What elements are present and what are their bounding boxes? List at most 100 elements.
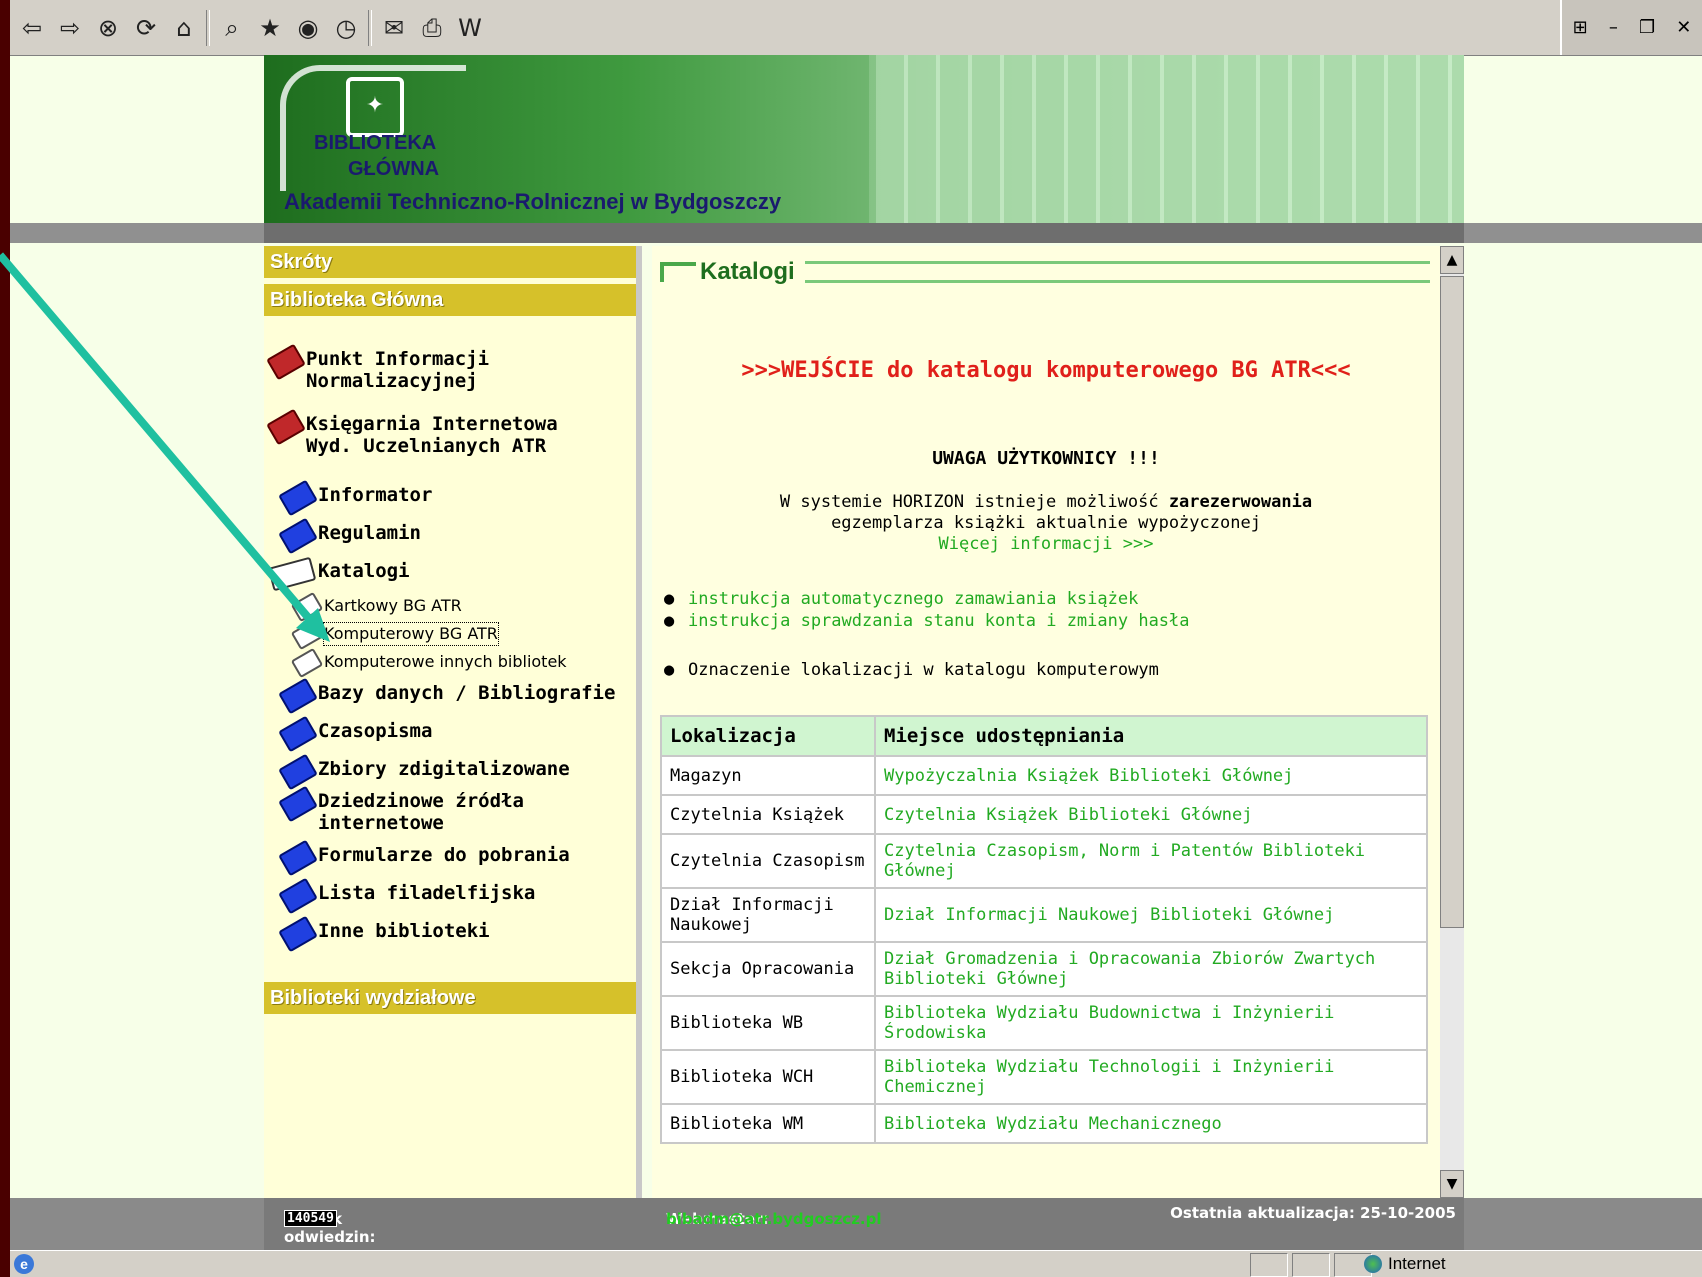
edit-word-icon[interactable]: W bbox=[454, 14, 486, 42]
place-link[interactable]: Dział Gromadzenia i Opracowania Zbiorów … bbox=[874, 941, 1428, 997]
sidebar-item-internet-sources[interactable]: Dziedzinowe źródła internetowe bbox=[278, 785, 524, 834]
blue-book-icon bbox=[278, 517, 318, 555]
sidebar-item-catalogs[interactable]: Katalogi bbox=[267, 556, 410, 592]
minimize-icon[interactable]: – bbox=[1609, 17, 1618, 38]
sidebar-item-other-libraries[interactable]: Inne biblioteki bbox=[278, 915, 490, 953]
blue-book-icon bbox=[278, 715, 318, 753]
home-icon[interactable]: ⌂ bbox=[168, 14, 200, 42]
logo-line2: GŁÓWNA bbox=[348, 158, 440, 180]
page-icon bbox=[290, 647, 324, 679]
logo-emblem-icon: ✦ bbox=[346, 77, 404, 137]
scroll-up-icon[interactable]: ▲ bbox=[1440, 246, 1464, 274]
place-link[interactable]: Wypożyczalnia Książek Biblioteki Głównej bbox=[874, 755, 1428, 796]
sidebar-item-databases[interactable]: Bazy danych / Bibliografie bbox=[278, 677, 615, 715]
blue-book-icon bbox=[278, 479, 318, 517]
restore-icon[interactable]: ❐ bbox=[1639, 17, 1655, 38]
sidebar-item-regulations[interactable]: Regulamin bbox=[278, 517, 421, 555]
sidebar-subitem-other-libraries[interactable]: Komputerowe innych bibliotek bbox=[290, 647, 567, 679]
blue-book-icon bbox=[278, 877, 318, 915]
print-icon[interactable]: ⎙ bbox=[416, 14, 448, 42]
sidebar-item-normalization[interactable]: Punkt Informacji Normalizacyjnej bbox=[266, 343, 489, 392]
windows-logo-icon: ⊞ bbox=[1572, 17, 1588, 38]
section-faculty-libraries[interactable]: Biblioteki wydziałowe bbox=[264, 982, 636, 1014]
place-link[interactable]: Dział Informacji Naukowej Biblioteki Głó… bbox=[874, 887, 1428, 943]
search-icon[interactable]: ⌕ bbox=[216, 14, 248, 42]
more-info-link[interactable]: Więcej informacji >>> bbox=[939, 534, 1154, 554]
header-divider-center bbox=[264, 223, 1464, 243]
blue-book-icon bbox=[278, 753, 318, 791]
vertical-scrollbar[interactable]: ▲ ▼ bbox=[1440, 246, 1464, 1198]
bullet-icon: ● bbox=[664, 611, 675, 631]
sidebar-item-philadelphia-list[interactable]: Lista filadelfijska bbox=[278, 877, 535, 915]
sidebar-subitem-card-catalog[interactable]: Kartkowy BG ATR bbox=[290, 591, 462, 623]
table-header-row: Lokalizacja Miejsce udostępniania bbox=[660, 715, 1428, 757]
sidebar-item-digitized[interactable]: Zbiory zdigitalizowane bbox=[278, 753, 570, 791]
logo-line1: BIBLIOTEKA bbox=[314, 132, 437, 154]
location-cell: Dział Informacji Naukowej bbox=[660, 887, 876, 943]
stop-icon[interactable]: ⊗ bbox=[92, 14, 124, 42]
close-icon[interactable]: ✕ bbox=[1676, 17, 1691, 38]
list-item: ● instrukcja automatycznego zamawiania ks… bbox=[664, 588, 1190, 610]
sidebar-item-bookstore[interactable]: Księgarnia Internetowa Wyd. Uczelnianych… bbox=[266, 408, 558, 457]
section-main-library[interactable]: Biblioteka Główna bbox=[264, 284, 636, 316]
info-text-2: egzemplarza książki aktualnie wypożyczon… bbox=[831, 513, 1261, 533]
place-link[interactable]: Biblioteka Wydziału Technologii i Inżyni… bbox=[874, 1049, 1428, 1105]
heading-rule bbox=[804, 261, 1430, 283]
back-icon[interactable]: ⇦ bbox=[16, 14, 48, 42]
heading-decoration bbox=[660, 262, 696, 282]
place-link[interactable]: Czytelnia Czasopism, Norm i Patentów Bib… bbox=[874, 833, 1428, 889]
sidebar-subitem-computer-catalog[interactable]: Komputerowy BG ATR bbox=[290, 619, 499, 651]
table-row: Czytelnia Czasopism Czytelnia Czasopism, … bbox=[660, 833, 1428, 889]
catalog-entry-link[interactable]: >>>WEJŚCIE do katalogu komputerowego BG … bbox=[652, 358, 1440, 383]
location-cell: Czytelnia Czasopism bbox=[660, 833, 876, 889]
forward-icon[interactable]: ⇨ bbox=[54, 14, 86, 42]
window-controls: ⊞ – ❐ ✕ bbox=[1560, 0, 1702, 55]
security-zone: Internet bbox=[1364, 1254, 1446, 1274]
table-row: Biblioteka WB Biblioteka Wydziału Budowni… bbox=[660, 995, 1428, 1051]
status-bar: e Internet bbox=[10, 1250, 1702, 1277]
instruction-list: ● instrukcja automatycznego zamawiania ks… bbox=[664, 588, 1190, 632]
history-icon[interactable]: ◷ bbox=[330, 14, 362, 42]
main-content: Katalogi >>>WEJŚCIE do katalogu komputer… bbox=[652, 246, 1440, 1198]
sidebar-item-forms[interactable]: Formularze do pobrania bbox=[278, 839, 570, 877]
catalog-cabinet-photo bbox=[876, 55, 1464, 223]
location-cell: Biblioteka WCH bbox=[660, 1049, 876, 1105]
ie-page-icon: e bbox=[14, 1254, 34, 1274]
ordering-instruction-link[interactable]: instrukcja automatycznego zamawiania ksi… bbox=[688, 588, 1138, 610]
table-row: Czytelnia Książek Czytelnia Książek Bibli… bbox=[660, 794, 1428, 835]
place-link[interactable]: Biblioteka Wydziału Budownictwa i Inżyni… bbox=[874, 995, 1428, 1051]
location-note: ● Oznaczenie lokalizacji w katalogu kompu… bbox=[664, 660, 1159, 680]
scroll-down-icon[interactable]: ▼ bbox=[1440, 1170, 1464, 1198]
list-item: ● instrukcja sprawdzania stanu konta i zm… bbox=[664, 610, 1190, 632]
blue-book-icon bbox=[278, 839, 318, 877]
page-title: Katalogi bbox=[700, 258, 795, 285]
favorites-icon[interactable]: ★ bbox=[254, 14, 286, 42]
sidebar-item-journals[interactable]: Czasopisma bbox=[278, 715, 432, 753]
table-row: Dział Informacji Naukowej Dział Informacj… bbox=[660, 887, 1428, 943]
red-book-icon bbox=[266, 343, 306, 381]
page-icon bbox=[290, 591, 324, 623]
media-icon[interactable]: ◉ bbox=[292, 14, 324, 42]
webmaster-email-link[interactable]: bibadm@atr.bydgoszcz.pl bbox=[666, 1210, 882, 1228]
blue-book-icon bbox=[278, 785, 318, 823]
location-table: Lokalizacja Miejsce udostępniania Magazy… bbox=[660, 715, 1428, 1144]
location-cell: Czytelnia Książek bbox=[660, 794, 876, 835]
sidebar-item-informator[interactable]: Informator bbox=[278, 479, 432, 517]
table-row: Biblioteka WM Biblioteka Wydziału Mechani… bbox=[660, 1103, 1428, 1144]
account-instruction-link[interactable]: instrukcja sprawdzania stanu konta i zmi… bbox=[688, 610, 1190, 632]
section-shortcuts[interactable]: Skróty bbox=[264, 246, 636, 278]
toolbar-separator bbox=[206, 10, 210, 46]
mail-icon[interactable]: ✉ bbox=[378, 14, 410, 42]
status-cells bbox=[1250, 1253, 1372, 1277]
red-book-icon bbox=[266, 408, 306, 446]
scroll-thumb[interactable] bbox=[1440, 276, 1464, 928]
refresh-icon[interactable]: ⟳ bbox=[130, 14, 162, 42]
column-header: Miejsce udostępniania bbox=[874, 715, 1428, 757]
blue-book-icon bbox=[278, 915, 318, 953]
place-link[interactable]: Czytelnia Książek Biblioteki Głównej bbox=[874, 794, 1428, 835]
place-link[interactable]: Biblioteka Wydziału Mechanicznego bbox=[874, 1103, 1428, 1144]
blue-book-icon bbox=[278, 677, 318, 715]
page-icon bbox=[290, 619, 324, 651]
location-cell: Biblioteka WM bbox=[660, 1103, 876, 1144]
logo-line3: Akademii Techniczno-Rolnicznej w Bydgosz… bbox=[284, 189, 782, 214]
